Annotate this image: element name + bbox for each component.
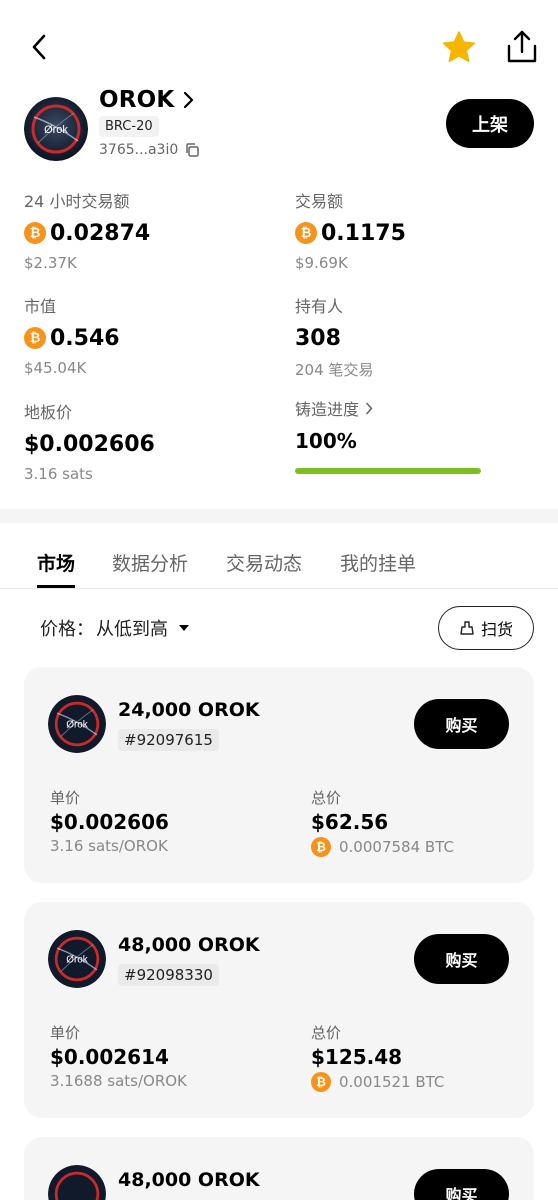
unit-price-col: 单价 $0.002606 3.16 sats/OROK	[50, 787, 169, 855]
caret-down-icon	[179, 625, 189, 631]
sort-label: 价格：	[40, 619, 94, 640]
total-btc: 0.0007584 BTC	[339, 838, 454, 856]
share-icon[interactable]	[506, 30, 538, 64]
tab-market[interactable]: 市场	[37, 549, 75, 576]
stat-usd: $9.69K	[295, 254, 348, 272]
stat-value: 0.02874	[50, 220, 151, 246]
listing-card: Ørok 24,000 OROK #92097615 购买 单价 $0.0026…	[24, 667, 534, 883]
stat-label: 铸造进度	[295, 400, 360, 419]
broom-icon	[460, 621, 474, 635]
avatar-text: Ørok	[44, 124, 68, 136]
unit-price: $0.002606	[50, 810, 169, 834]
mint-progress-bar	[295, 468, 481, 474]
stat-value: 100%	[295, 429, 357, 453]
buy-button[interactable]: 购买	[414, 1169, 509, 1200]
stat-holders: 持有人 308 204 笔交易	[295, 293, 535, 380]
token-header: Ørok OROK BRC-20 3765...a3i0 上架	[24, 86, 534, 166]
unit-price-col: 单价 $0.002614 3.1688 sats/OROK	[50, 1022, 187, 1090]
btc-icon: ₿	[24, 327, 46, 349]
unit-price-label: 单价	[50, 1024, 81, 1042]
btc-icon: ₿	[311, 1072, 331, 1092]
total-btc: 0.001521 BTC	[339, 1073, 445, 1091]
sweep-button[interactable]: 扫货	[438, 606, 534, 650]
tab-data-analysis[interactable]: 数据分析	[112, 549, 188, 576]
btc-icon: ₿	[311, 837, 331, 857]
total-price-col: 总价 $62.56 ₿ 0.0007584 BTC	[311, 787, 454, 857]
copy-icon[interactable]	[184, 142, 200, 158]
stat-market-cap: 市值 ₿ 0.546 $45.04K	[24, 293, 264, 377]
listing-card: 48,000 OROK 购买	[24, 1137, 534, 1200]
stat-label: 持有人	[295, 297, 344, 316]
sort-value: 从低到高	[96, 619, 168, 640]
avatar-text: Ørok	[66, 720, 88, 731]
stat-total-volume: 交易额 ₿ 0.1175 $9.69K	[295, 188, 535, 272]
buy-button[interactable]: 购买	[414, 934, 509, 984]
chevron-right-icon	[184, 91, 194, 109]
stat-label: 地板价	[24, 403, 73, 422]
total-price: $62.56	[311, 810, 389, 834]
stat-usd: $2.37K	[24, 254, 77, 272]
back-arrow-icon[interactable]	[28, 32, 52, 62]
tab-bar: 市场 数据分析 交易动态 我的挂单	[0, 523, 558, 589]
address-row: 3765...a3i0	[99, 142, 200, 158]
top-bar	[0, 0, 558, 90]
unit-sats: 3.1688 sats/OROK	[50, 1072, 187, 1090]
unit-price-label: 单价	[50, 789, 81, 807]
listing-id: #92097615	[118, 729, 219, 751]
stat-label: 交易额	[295, 192, 344, 211]
list-for-sale-button[interactable]: 上架	[446, 99, 534, 148]
listing-amount: 48,000 OROK	[118, 934, 260, 956]
listing-id: #92098330	[118, 964, 219, 986]
total-price-label: 总价	[311, 1024, 342, 1042]
token-address: 3765...a3i0	[99, 142, 179, 158]
tab-my-listings[interactable]: 我的挂单	[340, 549, 416, 576]
token-standard-badge: BRC-20	[99, 116, 159, 137]
stat-floor-price: 地板价 $0.002606 3.16 sats	[24, 399, 264, 483]
stat-sub: 3.16 sats	[24, 465, 93, 483]
stat-value: 0.1175	[321, 220, 406, 246]
stat-sub: 204 笔交易	[295, 361, 374, 379]
btc-icon: ₿	[295, 222, 317, 244]
total-price: $125.48	[311, 1045, 403, 1069]
sort-dropdown[interactable]: 价格： 从低到高	[40, 615, 190, 641]
token-name-row[interactable]: OROK	[99, 86, 194, 114]
mint-progress-fill	[295, 468, 481, 474]
listing-avatar: Ørok	[48, 930, 106, 988]
stat-label: 市值	[24, 297, 57, 316]
listing-avatar	[48, 1165, 106, 1200]
listing-amount: 24,000 OROK	[118, 699, 260, 721]
listing-amount: 48,000 OROK	[118, 1169, 260, 1191]
stat-mint-progress[interactable]: 铸造进度 100%	[295, 396, 535, 474]
stat-value: 308	[295, 325, 341, 351]
btc-icon: ₿	[24, 222, 46, 244]
stat-24h-volume: 24 小时交易额 ₿ 0.02874 $2.37K	[24, 188, 264, 272]
token-avatar: Ørok	[24, 97, 88, 161]
active-tab-indicator	[37, 585, 75, 588]
stat-label: 24 小时交易额	[24, 192, 130, 211]
sweep-label: 扫货	[480, 620, 513, 639]
token-name: OROK	[99, 87, 175, 113]
total-price-label: 总价	[311, 789, 342, 807]
listing-card: Ørok 48,000 OROK #92098330 购买 单价 $0.0026…	[24, 902, 534, 1118]
buy-button[interactable]: 购买	[414, 699, 509, 749]
stat-usd: $45.04K	[24, 359, 87, 377]
total-price-col: 总价 $125.48 ₿ 0.001521 BTC	[311, 1022, 444, 1092]
stat-value: $0.002606	[24, 431, 155, 457]
star-icon[interactable]	[442, 30, 476, 64]
unit-price: $0.002614	[50, 1045, 169, 1069]
avatar-text: Ørok	[66, 955, 88, 966]
unit-sats: 3.16 sats/OROK	[50, 837, 168, 855]
section-divider	[0, 509, 558, 523]
listing-avatar: Ørok	[48, 695, 106, 753]
stat-value: 0.546	[50, 325, 120, 351]
tab-trade-activity[interactable]: 交易动态	[226, 549, 302, 576]
chevron-right-icon	[366, 402, 373, 414]
